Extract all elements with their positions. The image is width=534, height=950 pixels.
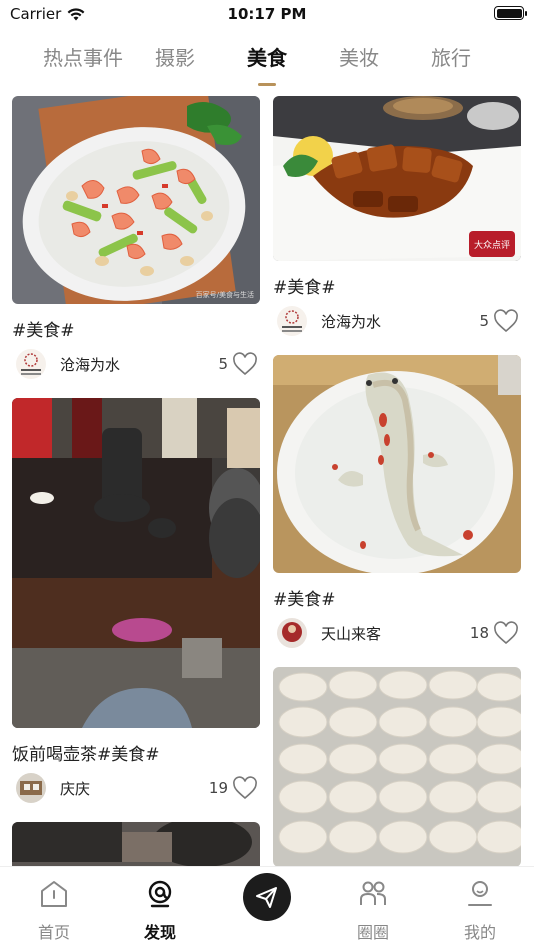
like-count: 5 [479, 312, 489, 330]
tea-table-image[interactable] [12, 398, 260, 728]
card-meta: 庆庆 19 [12, 772, 260, 804]
like-count: 5 [218, 355, 228, 373]
discover-icon [148, 880, 172, 908]
status-time: 10:17 PM [227, 5, 307, 23]
send-icon [256, 887, 277, 908]
card-title: 饭前喝壶茶#美食# [12, 745, 160, 765]
feed-card[interactable]: #美食# 天山来客 18 [273, 355, 521, 649]
heart-icon[interactable] [232, 352, 258, 376]
post-button[interactable] [243, 873, 291, 921]
card-title: #美食# [12, 321, 75, 341]
avatar[interactable] [16, 773, 46, 803]
avatar[interactable] [277, 618, 307, 648]
feed-card[interactable]: 百家号/美食与生活 #美食# 沧海为水 5 [12, 96, 260, 380]
dianping-badge: 大众点评 [474, 239, 510, 250]
card-title: #美食# [273, 590, 336, 610]
tab-travel[interactable]: 旅行 [405, 38, 497, 78]
author-name[interactable]: 沧海为水 [321, 311, 479, 332]
category-tabs: 热点事件 摄影 美食 美妆 旅行 [0, 38, 534, 86]
heart-icon[interactable] [493, 621, 519, 645]
tabbar-home[interactable]: 首页 [14, 877, 94, 943]
feed-card[interactable] [273, 667, 521, 866]
profile-icon [468, 881, 492, 906]
feed-card[interactable]: 大众点评 #美食# 沧海为水 5 [273, 96, 521, 337]
author-name[interactable]: 沧海为水 [60, 354, 218, 375]
like-count: 19 [208, 779, 228, 797]
status-bar: Carrier 10:17 PM [0, 0, 534, 28]
roast-duck-image[interactable]: 大众点评 [273, 96, 521, 261]
like-count: 18 [469, 624, 489, 642]
tab-hot-events[interactable]: 热点事件 [37, 38, 129, 78]
heart-icon[interactable] [232, 776, 258, 800]
bottom-tab-bar: 首页 发现 圈圈 我的 [0, 866, 534, 950]
author-name[interactable]: 天山来客 [321, 623, 470, 644]
tab-makeup[interactable]: 美妆 [313, 38, 405, 78]
avatar[interactable] [16, 349, 46, 379]
avatar[interactable] [277, 306, 307, 336]
koi-noodle-image[interactable] [273, 355, 521, 573]
tabbar-mine[interactable]: 我的 [440, 877, 520, 943]
battery-icon [494, 6, 527, 20]
feed-column-left: 百家号/美食与生活 #美食# 沧海为水 5 饭前喝壶茶#美食# 庆庆 19 [12, 96, 260, 866]
image-watermark: 百家号/美食与生活 [195, 291, 254, 299]
heart-icon[interactable] [493, 309, 519, 333]
tabbar-discover-label: 发现 [143, 923, 176, 942]
circle-people-icon [360, 881, 386, 905]
card-meta: 沧海为水 5 [12, 348, 260, 380]
feed-grid: 百家号/美食与生活 #美食# 沧海为水 5 饭前喝壶茶#美食# 庆庆 19 大众… [12, 96, 522, 866]
card-title: #美食# [273, 278, 336, 298]
tabbar-mine-label: 我的 [463, 923, 496, 942]
tabbar-circle-label: 圈圈 [356, 923, 389, 942]
tabbar-discover[interactable]: 发现 [120, 877, 200, 943]
tab-food[interactable]: 美食 [221, 38, 313, 86]
tabbar-circle[interactable]: 圈圈 [333, 877, 413, 943]
shrimp-dish-image[interactable]: 百家号/美食与生活 [12, 96, 260, 304]
author-name[interactable]: 庆庆 [60, 778, 209, 799]
home-icon [41, 881, 67, 907]
kitchen-image[interactable] [12, 822, 260, 866]
feed-card[interactable] [12, 822, 260, 866]
feed-column-right: 大众点评 #美食# 沧海为水 5 #美食# 天山来客 18 [273, 96, 521, 866]
card-meta: 天山来客 18 [273, 617, 521, 649]
feed-card[interactable]: 饭前喝壶茶#美食# 庆庆 19 [12, 398, 260, 804]
tab-photography[interactable]: 摄影 [129, 38, 221, 78]
dumplings-image[interactable] [273, 667, 521, 866]
card-meta: 沧海为水 5 [273, 305, 521, 337]
tabbar-home-label: 首页 [37, 923, 70, 942]
